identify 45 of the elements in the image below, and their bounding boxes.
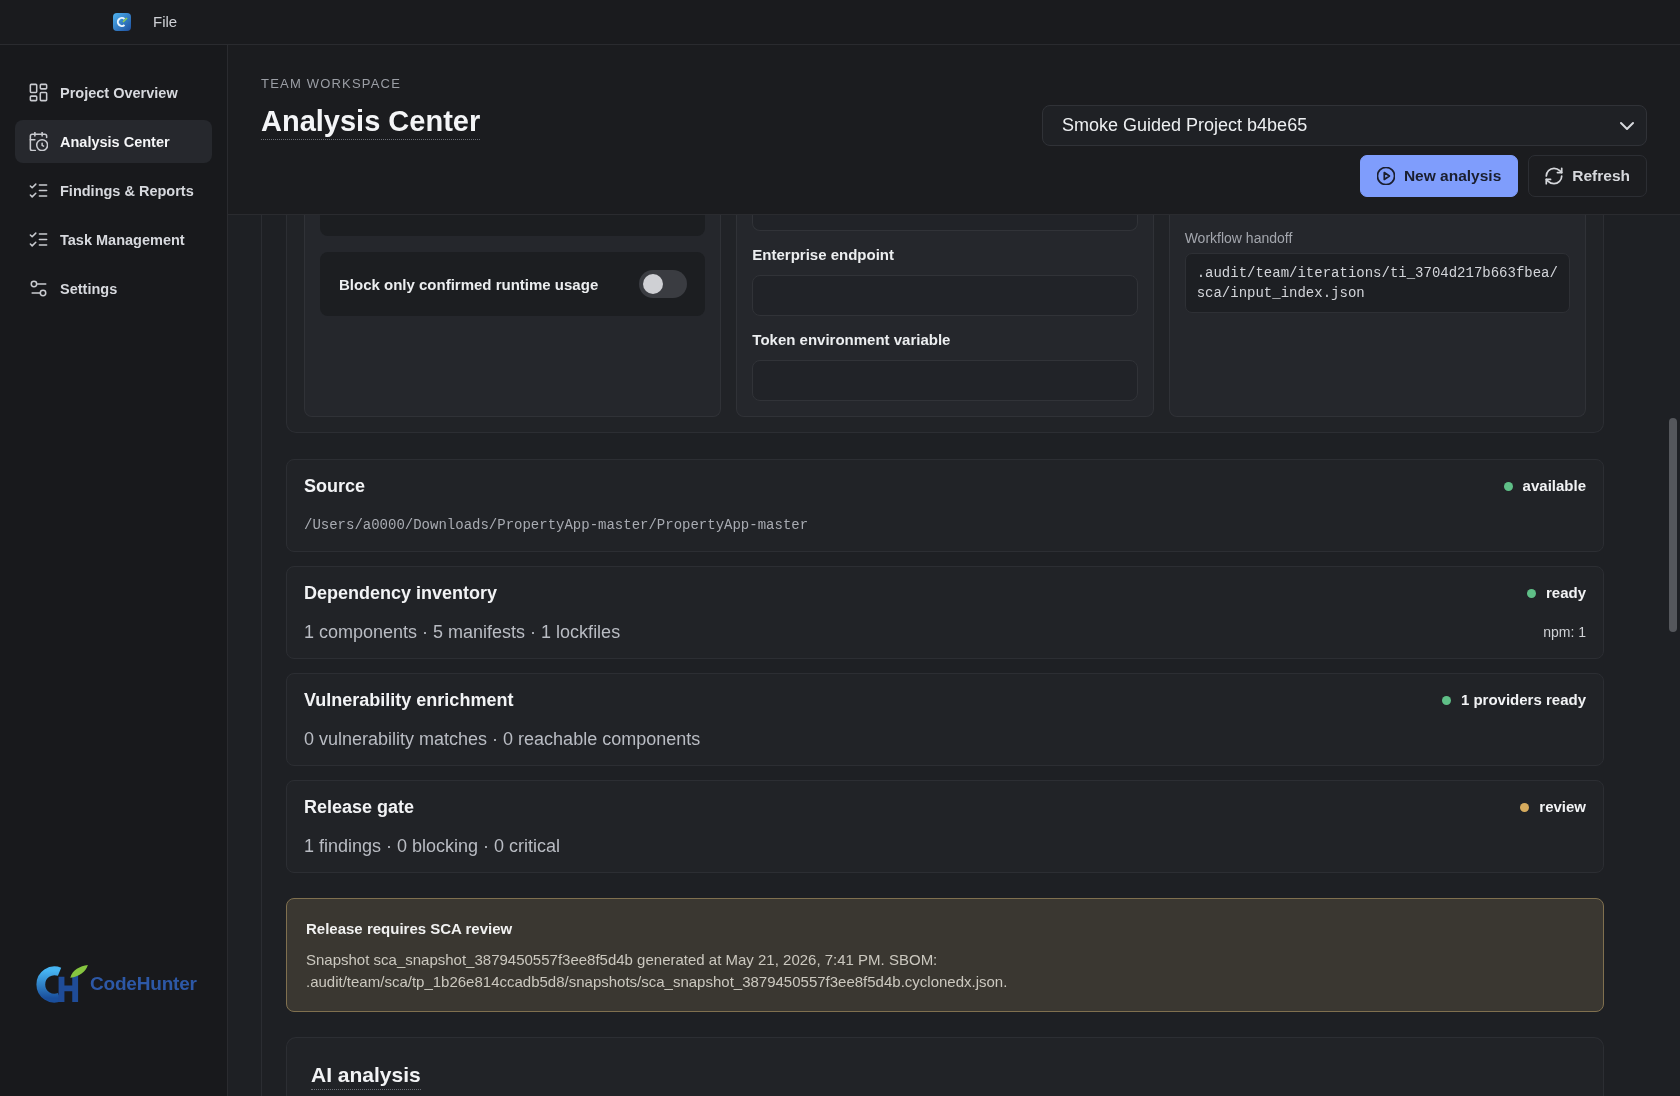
alert-message: Snapshot sca_snapshot_3879450557f3ee8f5d4b generated at May 21, 2026, 7:41 PM. SBOM: .audit/team/sca/tp_1b26e814ccadb5d8/snapshots/sca_snapshot_3879450557f3ee8f5d4b.cyclonedx.json. — [306, 950, 1009, 992]
checklist-icon — [29, 230, 48, 249]
card-title: Release gate — [304, 796, 415, 818]
card-title: Source — [304, 475, 366, 497]
alert-title: Release requires SCA review — [306, 920, 514, 938]
input-field[interactable] — [752, 215, 1138, 231]
refresh-button[interactable]: Refresh — [1528, 155, 1647, 197]
setting-label: Block only confirmed runtime usage — [339, 275, 599, 293]
field-label: Token environment variable — [752, 331, 952, 349]
new-analysis-button[interactable]: New analysis — [1359, 155, 1519, 197]
nav-item[interactable]: Project Overview — [15, 71, 212, 114]
refresh-icon — [1545, 167, 1564, 185]
summary-text: 0 vulnerability matches · 0 reachable components — [304, 728, 701, 750]
logo-text: CodeHunter — [90, 972, 197, 995]
nav-item[interactable]: Task Management — [15, 218, 212, 261]
status-label: 1 providers ready — [1460, 690, 1586, 710]
path-text: /Users/a0000/Downloads/PropertyApp-master/PropertyApp-master — [304, 516, 809, 535]
status-label: ready — [1545, 583, 1586, 603]
page-title: Analysis Center — [261, 103, 481, 140]
card-title: Dependency inventory — [304, 582, 498, 604]
nav-item[interactable]: Settings — [15, 267, 212, 310]
workspace-label: TEAM WORKSPACE — [261, 76, 402, 92]
toggle-switch[interactable] — [639, 270, 688, 298]
app-logo-icon — [113, 13, 131, 31]
nav-item[interactable]: Analysis Center — [15, 120, 212, 163]
summary-text: 1 findings · 0 blocking · 0 critical — [304, 835, 561, 857]
card-title: Vulnerability enrichment — [304, 689, 514, 711]
status-label: review — [1539, 797, 1586, 817]
project-select[interactable]: Smoke Guided Project b4be65 — [1042, 105, 1647, 146]
checklist-icon — [29, 181, 48, 200]
status-label: available — [1522, 476, 1586, 496]
play-icon — [1376, 167, 1395, 185]
calendar-clock-icon — [29, 132, 48, 151]
summary-text: 1 components · 5 manifests · 1 lockfiles — [304, 621, 621, 643]
logo-icon — [33, 963, 90, 1004]
dashboard-icon — [29, 83, 48, 102]
count-note: npm: 1 — [1543, 623, 1586, 642]
nav-item[interactable]: Findings & Reports — [15, 169, 212, 212]
sliders-icon — [29, 279, 48, 298]
scrollbar-thumb[interactable] — [1669, 418, 1677, 632]
code-block: .audit/team/iterations/ti_3704d217b663fbea/sca/input_index.json — [1184, 253, 1570, 313]
handoff-label: Workflow handoff — [1184, 230, 1294, 246]
section-title: AI analysis — [311, 1061, 421, 1090]
field-label: Enterprise endpoint — [752, 246, 895, 264]
menu-item[interactable]: File — [153, 13, 178, 31]
